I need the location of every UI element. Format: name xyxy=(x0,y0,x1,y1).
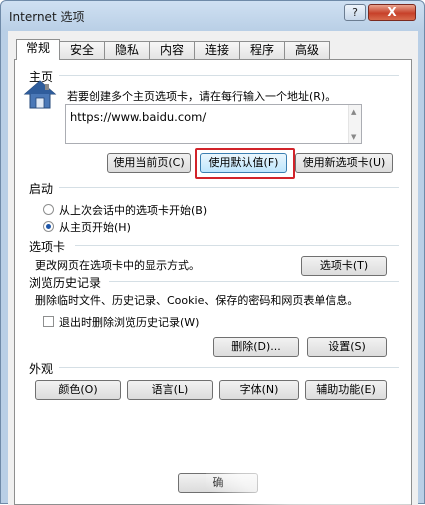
home-page-url-value: https://www.baidu.com/ xyxy=(70,110,207,124)
tab-advanced[interactable]: 高级 xyxy=(284,41,330,59)
scroll-up-icon[interactable]: ▲ xyxy=(351,108,356,116)
startup-heading: 启动 xyxy=(29,182,54,196)
tabs-settings-button[interactable]: 选项卡(T) xyxy=(301,256,387,276)
use-current-button[interactable]: 使用当前页(C) xyxy=(107,153,191,173)
delete-on-exit-checkbox[interactable] xyxy=(43,316,54,327)
tab-connections[interactable]: 连接 xyxy=(194,41,240,59)
help-button[interactable]: ? xyxy=(344,4,366,21)
history-separator xyxy=(109,281,399,282)
delete-history-button[interactable]: 删除(D)... xyxy=(213,337,299,357)
internet-options-window: Internet 选项 ? X 常规 安全 隐私 内容 连接 程序 高级 主页 … xyxy=(0,0,425,505)
home-page-url-input[interactable]: https://www.baidu.com/ ▲ ▼ xyxy=(65,104,362,144)
radio-home-page[interactable] xyxy=(43,221,54,232)
watermark-overlay xyxy=(206,419,411,505)
delete-on-exit-label: 退出时删除浏览历史记录(W) xyxy=(59,316,200,329)
history-heading: 浏览历史记录 xyxy=(29,276,102,290)
home-page-icon xyxy=(23,80,57,109)
close-button[interactable]: X xyxy=(368,4,416,21)
tab-privacy[interactable]: 隐私 xyxy=(104,41,150,59)
history-settings-button[interactable]: 设置(S) xyxy=(307,337,387,357)
tabs-separator xyxy=(75,245,399,246)
window-title: Internet 选项 xyxy=(9,10,85,24)
accessibility-button[interactable]: 辅助功能(E) xyxy=(305,380,387,400)
tab-content[interactable]: 内容 xyxy=(149,41,195,59)
radio-last-session[interactable] xyxy=(43,204,54,215)
tab-general[interactable]: 常规 xyxy=(16,39,60,60)
tabs-description: 更改网页在选项卡中的显示方式。 xyxy=(35,259,200,272)
fonts-button[interactable]: 字体(N) xyxy=(219,380,299,400)
tabs-heading: 选项卡 xyxy=(29,240,66,254)
startup-separator xyxy=(59,187,399,188)
home-hint: 若要创建多个主页选项卡，请在每行输入一个地址(R)。 xyxy=(67,90,337,103)
use-default-button[interactable]: 使用默认值(F) xyxy=(200,153,287,173)
appearance-heading: 外观 xyxy=(29,362,54,376)
languages-button[interactable]: 语言(L) xyxy=(127,380,213,400)
tab-security[interactable]: 安全 xyxy=(59,41,105,59)
history-description: 删除临时文件、历史记录、Cookie、保存的密码和网页表单信息。 xyxy=(35,294,359,307)
scroll-down-icon[interactable]: ▼ xyxy=(351,133,356,141)
radio-last-session-label: 从上次会话中的选项卡开始(B) xyxy=(59,204,208,217)
appearance-separator xyxy=(59,367,399,368)
home-separator xyxy=(59,75,399,76)
radio-home-page-label: 从主页开始(H) xyxy=(59,221,131,234)
use-new-tab-button[interactable]: 使用新选项卡(U) xyxy=(295,153,393,173)
url-scrollbar[interactable]: ▲ ▼ xyxy=(348,105,361,143)
tab-programs[interactable]: 程序 xyxy=(239,41,285,59)
title-bar: Internet 选项 ? X xyxy=(1,1,424,31)
colors-button[interactable]: 颜色(O) xyxy=(35,380,121,400)
